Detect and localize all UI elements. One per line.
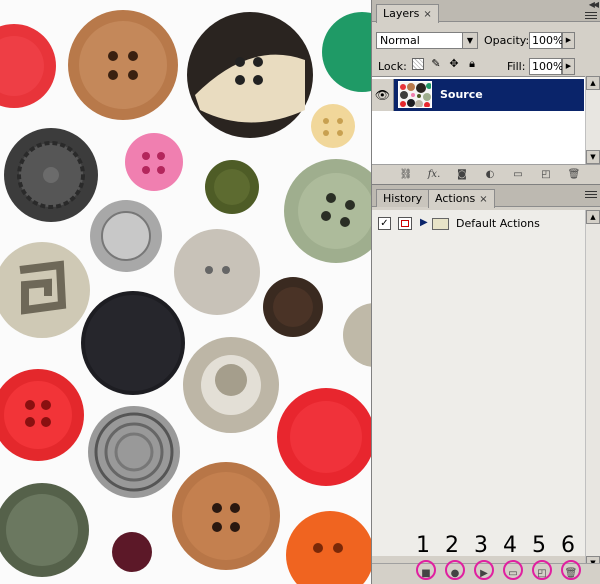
close-icon[interactable]: × <box>423 9 431 20</box>
eye-visibility-icon[interactable]: 👁︎ <box>372 79 394 111</box>
opacity-input[interactable]: 100% <box>529 32 563 49</box>
actions-scrollbar[interactable]: ▲ ▼ <box>585 210 600 570</box>
document-canvas[interactable] <box>0 0 371 584</box>
lock-label: Lock: <box>378 60 407 73</box>
tab-layers[interactable]: Layers × <box>376 4 439 23</box>
tab-actions[interactable]: Actions × <box>428 189 495 208</box>
expand-triangle-icon[interactable]: ▶ <box>420 217 428 228</box>
layer-row-source[interactable]: 👁︎ Source <box>372 79 584 111</box>
callout-circle-2 <box>445 560 465 580</box>
new-layer-icon[interactable]: ◰ <box>538 168 554 182</box>
layers-list: 👁︎ Source <box>372 76 586 164</box>
callout-number-3: 3 <box>474 533 488 558</box>
actions-tabbar: History Actions × <box>372 185 600 208</box>
action-set-row[interactable]: ✓ ▶ Default Actions <box>372 214 586 234</box>
callout-circle-1 <box>416 560 436 580</box>
lock-image-brush-icon[interactable]: ✎ <box>430 58 442 70</box>
layer-thumbnail <box>398 81 432 108</box>
collapse-panel-icon[interactable]: ◀◀ <box>589 0 599 9</box>
layer-name: Source <box>440 88 483 101</box>
scroll-up-icon[interactable]: ▲ <box>586 210 600 224</box>
lock-all-icon[interactable]: 🔒︎ <box>466 58 478 70</box>
tab-actions-label: Actions <box>435 192 476 205</box>
action-set-name: Default Actions <box>456 217 540 230</box>
lock-position-move-icon[interactable]: ✥ <box>448 58 460 70</box>
lock-transparent-icon[interactable] <box>412 58 424 70</box>
callout-circle-5 <box>532 560 552 580</box>
fill-label: Fill: <box>507 60 526 73</box>
buttons-photo <box>0 10 371 584</box>
opacity-slider-arrow-icon[interactable]: ▶ <box>562 32 575 49</box>
callout-number-1: 1 <box>416 533 430 558</box>
blend-mode-select[interactable]: Normal ▼ <box>376 32 478 49</box>
opacity-label: Opacity: <box>484 34 530 47</box>
toggle-dialog-icon[interactable] <box>398 217 412 230</box>
folder-icon <box>432 218 449 230</box>
adjustment-icon[interactable]: ◐ <box>482 168 498 182</box>
callout-circle-6 <box>561 560 581 580</box>
callout-number-6: 6 <box>561 533 575 558</box>
fx-icon[interactable]: fx. <box>426 168 442 182</box>
blend-mode-value: Normal <box>380 34 420 47</box>
callout-circle-4 <box>503 560 523 580</box>
fill-input[interactable]: 100% <box>529 58 563 75</box>
panel-menu-icon[interactable] <box>585 12 597 22</box>
fill-slider-arrow-icon[interactable]: ▶ <box>562 58 575 75</box>
folder-icon[interactable]: ▭ <box>510 168 526 182</box>
link-icon[interactable]: ⛓︎ <box>398 168 414 182</box>
chevron-down-icon[interactable]: ▼ <box>462 33 477 48</box>
tab-history-label: History <box>383 192 423 205</box>
layers-bottom-toolbar: ⛓︎ fx. ◙ ◐ ▭ ◰ 🗑︎ <box>372 164 600 184</box>
panel-menu-icon[interactable] <box>585 191 597 201</box>
toggle-item-checkbox[interactable]: ✓ <box>378 217 391 230</box>
close-icon[interactable]: × <box>479 194 487 205</box>
scroll-up-icon[interactable]: ▲ <box>586 76 600 90</box>
callout-number-2: 2 <box>445 533 459 558</box>
tab-history[interactable]: History <box>376 189 430 207</box>
callout-number-5: 5 <box>532 533 546 558</box>
layers-panel: Layers × ◀◀ Normal ▼ Opacity: 100% ▶ Lock… <box>371 0 600 184</box>
scroll-down-icon[interactable]: ▼ <box>586 150 600 164</box>
layers-scrollbar[interactable]: ▲ ▼ <box>585 76 600 164</box>
trash-icon[interactable]: 🗑︎ <box>566 168 582 182</box>
actions-panel: History Actions× ✓ ▶ Default Actions ▲ ▼… <box>371 184 600 584</box>
lock-options: ✎ ✥ 🔒︎ <box>412 58 478 72</box>
callout-circle-3 <box>474 560 494 580</box>
actions-list: ✓ ▶ Default Actions <box>372 210 586 556</box>
mask-icon[interactable]: ◙ <box>454 168 470 182</box>
callout-number-4: 4 <box>503 533 517 558</box>
tab-layers-label: Layers <box>383 7 420 20</box>
layers-tabbar: Layers × ◀◀ <box>372 0 600 23</box>
